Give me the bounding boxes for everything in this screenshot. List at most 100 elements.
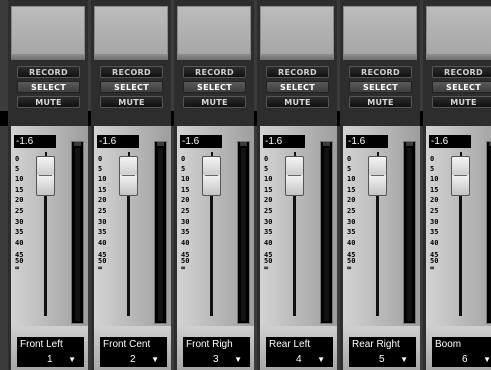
scale-tick-label: 0 <box>181 155 186 163</box>
scale-tick-label: 15 <box>98 186 107 194</box>
scale-tick-label: 40 <box>15 239 24 247</box>
scale-tick-label: 5 <box>264 165 269 173</box>
fader-handle[interactable] <box>119 152 138 196</box>
channel-number-dropdown[interactable]: 2 ▼ <box>100 353 167 367</box>
channel-name-field[interactable]: Boom <box>432 337 491 353</box>
fader-panel: -1.6 0 5 10 15 20 25 30 35 40 45 50 ∞ <box>343 126 420 326</box>
channel-name-field[interactable]: Rear Left <box>266 337 333 353</box>
record-button[interactable]: RECORD <box>17 66 80 78</box>
channel-name-field[interactable]: Front Left <box>17 337 84 353</box>
fader-handle[interactable] <box>451 152 470 196</box>
channel-number-dropdown[interactable]: 4 ▼ <box>266 353 333 367</box>
scale-tick-label: 10 <box>347 175 356 183</box>
channel-number: 5 <box>379 354 385 365</box>
scale-tick-label: 5 <box>430 165 435 173</box>
scale-tick-label: 5 <box>15 165 20 173</box>
record-button[interactable]: RECORD <box>100 66 163 78</box>
scale-tick-label: 30 <box>347 218 356 226</box>
mute-button[interactable]: MUTE <box>349 96 412 108</box>
scale-tick-label: ∞ <box>347 264 352 272</box>
select-button[interactable]: SELECT <box>100 81 163 93</box>
mute-button[interactable]: MUTE <box>100 96 163 108</box>
scale-tick-label: 0 <box>430 155 435 163</box>
scale-tick-label: 35 <box>430 228 439 236</box>
db-scale: 0 5 10 15 20 25 30 35 40 45 50 ∞ <box>15 155 37 315</box>
channel-name-field[interactable]: Front Righ <box>183 337 250 353</box>
scale-tick-label: 40 <box>181 239 190 247</box>
scale-tick-label: 35 <box>347 228 356 236</box>
scale-tick-label: ∞ <box>15 264 20 272</box>
mute-button[interactable]: MUTE <box>183 96 246 108</box>
scale-tick-label: 35 <box>15 228 24 236</box>
scale-tick-label: 35 <box>264 228 273 236</box>
db-scale: 0 5 10 15 20 25 30 35 40 45 50 ∞ <box>347 155 369 315</box>
dropdown-arrow-icon: ▼ <box>400 355 408 364</box>
level-readout[interactable]: -1.6 <box>429 135 471 148</box>
channel-name-field[interactable]: Front Cent <box>100 337 167 353</box>
scale-tick-label: 30 <box>181 218 190 226</box>
channel-number: 3 <box>213 354 219 365</box>
fader-panel: -1.6 0 5 10 15 20 25 30 35 40 45 50 ∞ <box>94 126 171 326</box>
scale-tick-label: 25 <box>98 207 107 215</box>
select-button[interactable]: SELECT <box>349 81 412 93</box>
scale-tick-label: 15 <box>347 186 356 194</box>
fader-handle[interactable] <box>202 152 221 196</box>
scale-tick-label: 10 <box>181 175 190 183</box>
level-readout[interactable]: -1.6 <box>346 135 388 148</box>
level-meter <box>71 141 84 324</box>
db-scale: 0 5 10 15 20 25 30 35 40 45 50 ∞ <box>98 155 120 315</box>
channel-number-dropdown[interactable]: 3 ▼ <box>183 353 250 367</box>
meter-bar <box>75 148 80 321</box>
dropdown-arrow-icon: ▼ <box>483 355 491 364</box>
select-button[interactable]: SELECT <box>432 81 491 93</box>
dropdown-arrow-icon: ▼ <box>68 355 76 364</box>
meter-bar <box>324 148 329 321</box>
select-button[interactable]: SELECT <box>17 81 80 93</box>
select-button[interactable]: SELECT <box>266 81 329 93</box>
scale-tick-label: 20 <box>430 196 439 204</box>
record-button[interactable]: RECORD <box>266 66 329 78</box>
level-readout[interactable]: -1.6 <box>180 135 222 148</box>
channel-header-panel <box>177 6 251 60</box>
mute-button[interactable]: MUTE <box>432 96 491 108</box>
level-meter <box>320 141 333 324</box>
record-button[interactable]: RECORD <box>432 66 491 78</box>
scale-tick-label: 0 <box>264 155 269 163</box>
channel-number-dropdown[interactable]: 1 ▼ <box>17 353 84 367</box>
scale-tick-label: 20 <box>181 196 190 204</box>
scale-tick-label: 40 <box>347 239 356 247</box>
scale-tick-label: 40 <box>430 239 439 247</box>
scale-tick-label: 0 <box>98 155 103 163</box>
fader-handle[interactable] <box>36 152 55 196</box>
dropdown-arrow-icon: ▼ <box>234 355 242 364</box>
scale-tick-label: 5 <box>347 165 352 173</box>
channel-number-dropdown[interactable]: 5 ▼ <box>349 353 416 367</box>
channel-strip-3: RECORD SELECT MUTE -1.6 0 5 10 15 20 25 30 35 40 45 50… <box>174 0 254 370</box>
fader-panel: -1.6 0 5 10 15 20 25 30 35 40 45 50 ∞ <box>426 126 491 326</box>
channel-number-dropdown[interactable]: 6 ▼ <box>432 353 491 367</box>
select-button[interactable]: SELECT <box>183 81 246 93</box>
scale-tick-label: 25 <box>15 207 24 215</box>
level-readout[interactable]: -1.6 <box>97 135 139 148</box>
scale-tick-label: 5 <box>181 165 186 173</box>
level-meter <box>154 141 167 324</box>
scale-tick-label: 0 <box>15 155 20 163</box>
fader-handle[interactable] <box>285 152 304 196</box>
mute-button[interactable]: MUTE <box>17 96 80 108</box>
channel-name-field[interactable]: Rear Right <box>349 337 416 353</box>
meter-bar <box>241 148 246 321</box>
fader-panel: -1.6 0 5 10 15 20 25 30 35 40 45 50 ∞ <box>177 126 254 326</box>
record-button[interactable]: RECORD <box>183 66 246 78</box>
mute-button[interactable]: MUTE <box>266 96 329 108</box>
meter-bar <box>158 148 163 321</box>
fader-panel: -1.6 0 5 10 15 20 25 30 35 40 45 50 ∞ <box>11 126 88 326</box>
scale-tick-label: 5 <box>98 165 103 173</box>
scale-tick-label: 20 <box>15 196 24 204</box>
record-button[interactable]: RECORD <box>349 66 412 78</box>
fader-handle[interactable] <box>368 152 387 196</box>
channel-header-panel <box>94 6 168 60</box>
level-readout[interactable]: -1.6 <box>14 135 56 148</box>
level-readout[interactable]: -1.6 <box>263 135 305 148</box>
scale-tick-label: 10 <box>264 175 273 183</box>
scale-tick-label: 30 <box>264 218 273 226</box>
